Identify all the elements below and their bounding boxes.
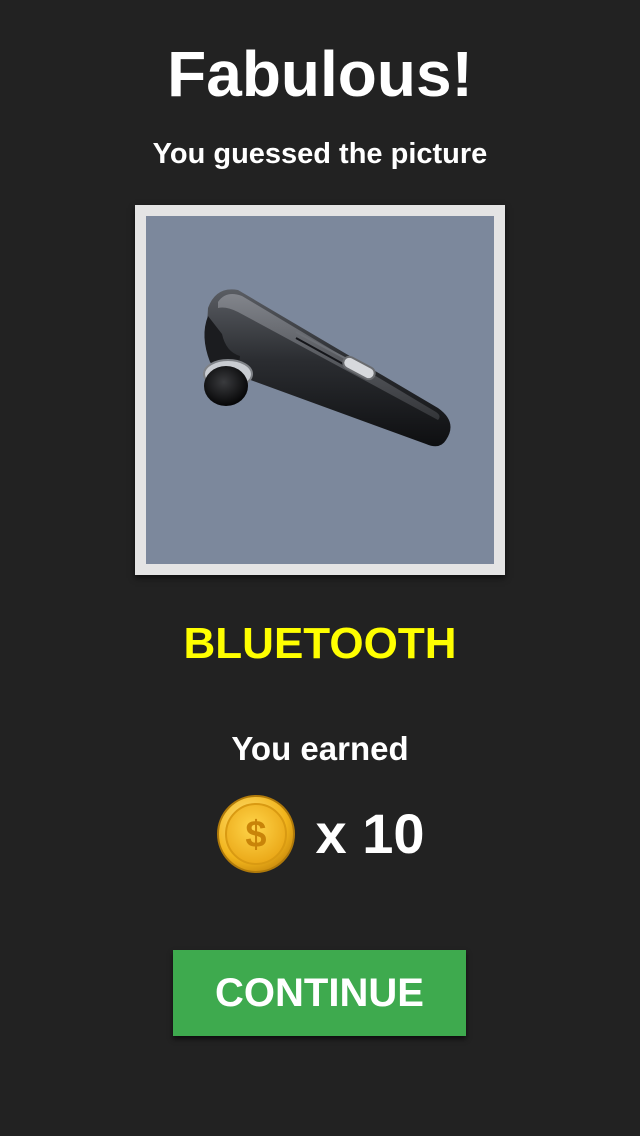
- puzzle-picture-frame: [135, 205, 505, 575]
- dollar-coin-icon: $: [216, 795, 295, 873]
- result-title: Fabulous!: [167, 38, 473, 110]
- earned-label: You earned: [231, 730, 409, 767]
- reward-amount: x 10: [315, 802, 425, 865]
- reward-row: $ x 10: [0, 794, 640, 874]
- result-subtitle: You guessed the picture: [152, 138, 488, 170]
- svg-text:$: $: [245, 814, 266, 856]
- answer-word: BLUETOOTH: [183, 619, 457, 668]
- continue-button[interactable]: CONTINUE: [173, 950, 466, 1036]
- bluetooth-headset-image: [203, 289, 451, 447]
- puzzle-picture: [146, 216, 494, 564]
- result-screen: Fabulous! You guessed the picture BLUETO…: [0, 0, 640, 1136]
